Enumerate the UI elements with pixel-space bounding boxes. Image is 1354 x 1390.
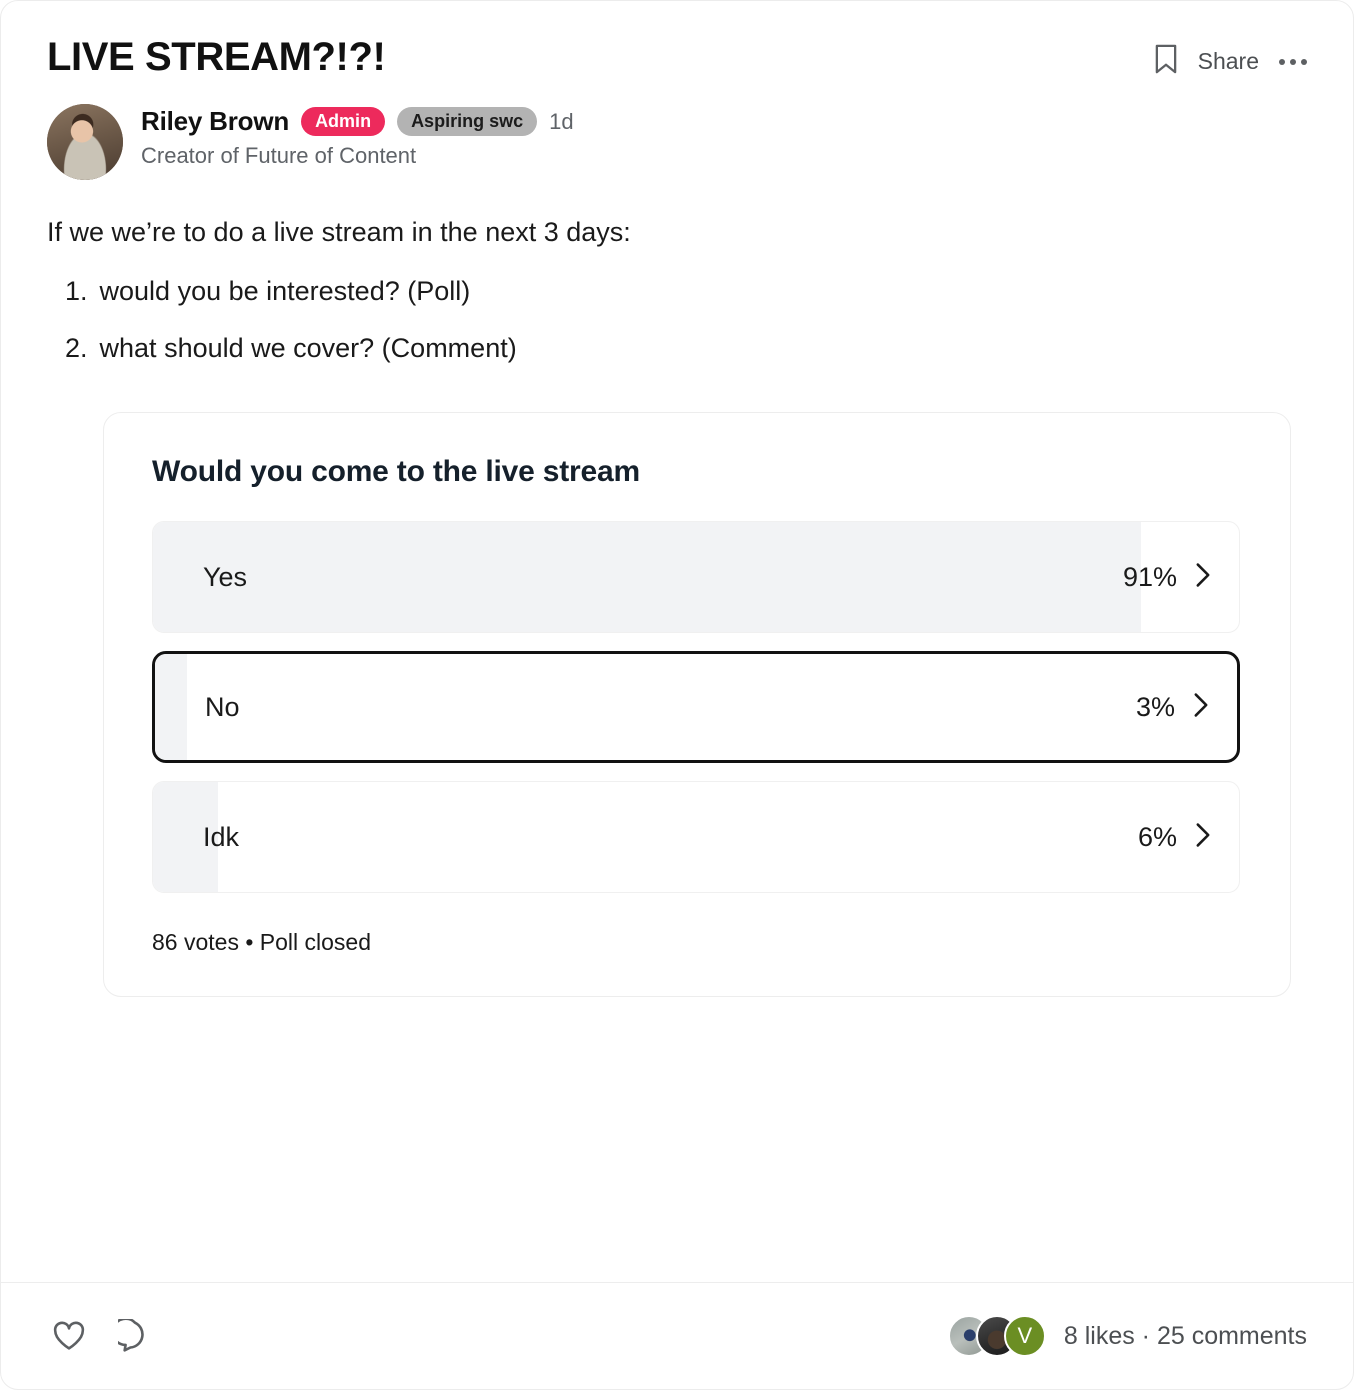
author-line: Riley Brown Admin Aspiring swc 1d [141, 106, 574, 137]
header-actions: Share [1152, 35, 1309, 80]
post-footer: V 8 likes · 25 comments [1, 1282, 1353, 1389]
chevron-right-icon[interactable] [1195, 562, 1211, 593]
post-body-intro: If we we’re to do a live stream in the n… [47, 214, 1307, 250]
reactor-avatar-stack[interactable]: V [948, 1315, 1046, 1357]
share-button[interactable]: Share [1198, 48, 1259, 75]
bookmark-icon[interactable] [1152, 43, 1180, 80]
poll-option-right: 91% [1123, 562, 1211, 593]
footer-stats[interactable]: 8 likes · 25 comments [1064, 1322, 1307, 1351]
post-timestamp: 1d [549, 109, 573, 135]
author-row: Riley Brown Admin Aspiring swc 1d Creato… [1, 80, 1353, 180]
poll-option-right: 6% [1138, 822, 1211, 853]
page-title: LIVE STREAM?!?! [47, 35, 385, 79]
author-name[interactable]: Riley Brown [141, 106, 289, 137]
poll-option-content: No 3% [155, 692, 1237, 723]
avatar[interactable] [47, 104, 123, 180]
badge-aspiring-swc: Aspiring swc [397, 107, 537, 136]
poll-option-idk[interactable]: Idk 6% [152, 781, 1240, 893]
poll-option-label: Idk [203, 822, 239, 853]
list-item-text: would you be interested? (Poll) [100, 276, 471, 307]
poll-option-percent: 91% [1123, 562, 1177, 593]
post-body: If we we’re to do a live stream in the n… [1, 180, 1353, 364]
badge-admin: Admin [301, 107, 385, 136]
poll-option-percent: 6% [1138, 822, 1177, 853]
poll-question: Would you come to the live stream [152, 455, 1240, 489]
poll-option-yes[interactable]: Yes 91% [152, 521, 1240, 633]
post-card: LIVE STREAM?!?! Share Riley Brown Admin … [0, 0, 1354, 1390]
author-subtitle: Creator of Future of Content [141, 143, 574, 169]
poll-card: Would you come to the live stream Yes 91… [103, 412, 1291, 997]
chevron-right-icon[interactable] [1193, 692, 1209, 723]
poll-option-content: Idk 6% [153, 822, 1239, 853]
heart-icon[interactable] [47, 1314, 91, 1358]
poll-option-content: Yes 91% [153, 562, 1239, 593]
avatar-photo [47, 104, 123, 180]
list-item-number: 1. [65, 276, 88, 307]
list-item: 1. would you be interested? (Poll) [65, 276, 1307, 307]
footer-actions [47, 1314, 157, 1358]
poll-option-label: No [205, 692, 240, 723]
author-meta: Riley Brown Admin Aspiring swc 1d Creato… [141, 104, 574, 169]
post-body-list: 1. would you be interested? (Poll) 2. wh… [47, 276, 1307, 364]
poll-option-percent: 3% [1136, 692, 1175, 723]
reactor-avatar-3: V [1004, 1315, 1046, 1357]
post-header: LIVE STREAM?!?! Share [1, 1, 1353, 80]
list-item-number: 2. [65, 333, 88, 364]
chevron-right-icon[interactable] [1195, 822, 1211, 853]
footer-meta: V 8 likes · 25 comments [948, 1315, 1307, 1357]
poll-options: Yes 91% No 3% [152, 521, 1240, 893]
list-item: 2. what should we cover? (Comment) [65, 333, 1307, 364]
more-options-icon[interactable] [1277, 53, 1309, 71]
poll-option-no[interactable]: No 3% [152, 651, 1240, 763]
poll-option-label: Yes [203, 562, 247, 593]
poll-option-right: 3% [1136, 692, 1209, 723]
comment-bubble-icon[interactable] [113, 1314, 157, 1358]
list-item-text: what should we cover? (Comment) [100, 333, 517, 364]
poll-footer-status: 86 votes • Poll closed [152, 929, 1240, 956]
